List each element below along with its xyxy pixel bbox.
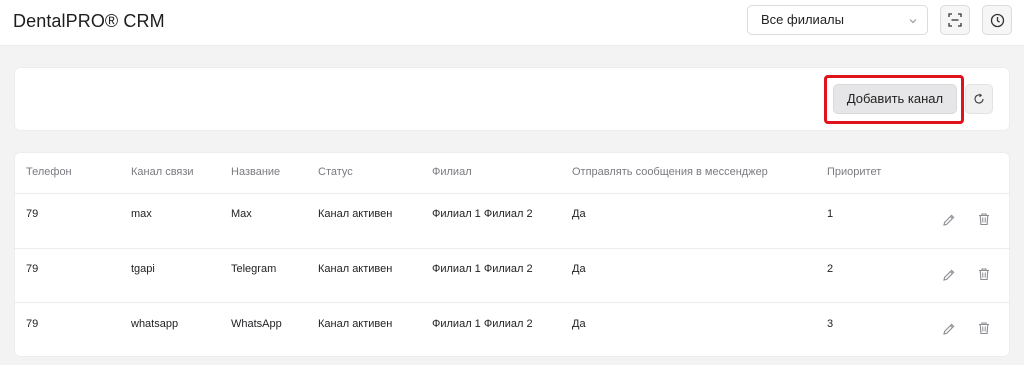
cell-channel: max — [131, 208, 152, 220]
column-header-status: Статус — [318, 166, 353, 178]
cell-priority: 3 — [827, 318, 834, 330]
scan-button[interactable] — [940, 5, 970, 35]
cell-phone: 79 — [26, 318, 38, 330]
column-header-phone: Телефон — [26, 166, 72, 178]
trash-icon[interactable] — [977, 212, 991, 226]
history-button[interactable] — [982, 5, 1012, 35]
column-header-branch: Филиал — [432, 166, 472, 178]
branch-select[interactable]: Все филиалы — [747, 5, 928, 35]
cell-phone: 79 — [26, 208, 38, 220]
column-header-channel: Канал связи — [131, 166, 194, 178]
cell-status: Канал активен — [318, 208, 393, 220]
row-divider — [14, 193, 1010, 194]
top-bar: DentalPRO® CRM Все филиалы — [0, 0, 1024, 46]
cell-channel: whatsapp — [131, 318, 179, 330]
column-header-messenger: Отправлять сообщения в мессенджер — [572, 166, 768, 178]
column-header-priority: Приоритет — [827, 166, 882, 178]
cell-channel: tgapi — [131, 263, 155, 275]
cell-status: Канал активен — [318, 318, 393, 330]
trash-icon[interactable] — [977, 267, 991, 281]
cell-messenger: Да — [572, 318, 586, 330]
cell-branch: Филиал 1 Филиал 2 — [432, 208, 533, 220]
cell-phone: 79 — [26, 263, 38, 275]
column-header-name: Название — [231, 166, 281, 178]
cell-branch: Филиал 1 Филиал 2 — [432, 318, 533, 330]
cell-messenger: Да — [572, 208, 586, 220]
cell-name: Max — [231, 208, 252, 220]
cell-messenger: Да — [572, 263, 586, 275]
row-divider — [14, 248, 1010, 249]
cell-name: WhatsApp — [231, 318, 282, 330]
trash-icon[interactable] — [977, 321, 991, 335]
row-divider — [14, 302, 1010, 303]
cell-priority: 2 — [827, 263, 834, 275]
cell-name: Telegram — [231, 263, 277, 275]
refresh-icon — [974, 93, 984, 104]
chevron-down-icon — [909, 19, 917, 24]
add-channel-button[interactable]: Добавить канал — [833, 84, 957, 114]
scan-icon — [948, 13, 962, 27]
cell-branch: Филиал 1 Филиал 2 — [432, 263, 533, 275]
refresh-button[interactable] — [965, 84, 993, 114]
branch-select-value: Все филиалы — [761, 12, 844, 27]
edit-icon[interactable] — [942, 322, 956, 336]
cell-status: Канал активен — [318, 263, 393, 275]
app-title: DentalPRO® CRM — [13, 11, 165, 31]
edit-icon[interactable] — [942, 213, 956, 227]
clock-icon — [990, 13, 1004, 27]
cell-priority: 1 — [827, 208, 834, 220]
edit-icon[interactable] — [942, 268, 956, 282]
